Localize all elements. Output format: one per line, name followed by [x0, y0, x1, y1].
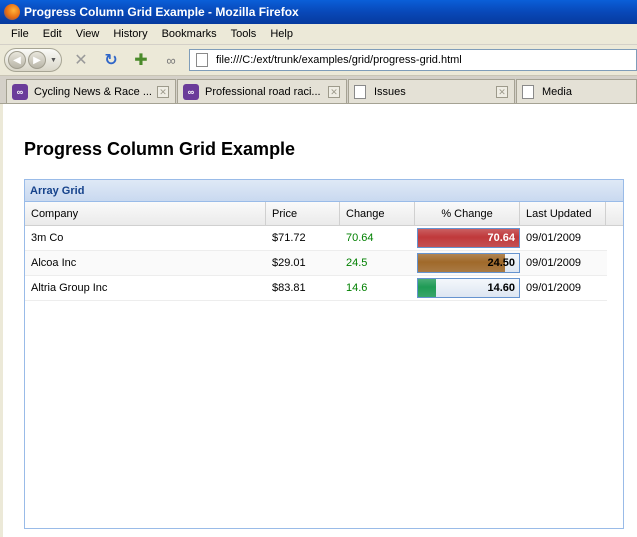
column-header-company[interactable]: Company [25, 202, 266, 226]
page-icon [196, 53, 208, 67]
table-row[interactable]: 3m Co $71.72 70.64 70.64 09/01/2009 [25, 226, 607, 251]
grid-panel-header: Array Grid [25, 180, 623, 202]
tab-label: Issues [374, 85, 406, 98]
column-header-change[interactable]: Change [340, 202, 415, 226]
grid-panel: Array Grid Company Price Change % Change… [24, 179, 624, 529]
forward-button[interactable]: ▶ [28, 51, 46, 69]
progress-bar: 14.60 [417, 278, 520, 298]
page-icon [522, 84, 534, 99]
cell-last-updated: 09/01/2009 [526, 232, 582, 244]
reload-icon[interactable]: ↻ [100, 49, 122, 71]
cell-change: 70.64 [346, 232, 374, 244]
tab-label: Media [542, 85, 572, 98]
menu-tools[interactable]: Tools [224, 28, 264, 40]
network-icon[interactable]: ∞ [160, 49, 182, 71]
tab-strip: ∞ Cycling News & Race ... ✕ ∞ Profession… [0, 76, 637, 104]
cycling-site-icon: ∞ [183, 83, 199, 100]
menu-help[interactable]: Help [263, 28, 300, 40]
tab-professional-road[interactable]: ∞ Professional road raci... ✕ [177, 79, 347, 103]
table-row[interactable]: Altria Group Inc $83.81 14.6 14.60 09/01… [25, 276, 607, 301]
tab-issues[interactable]: Issues ✕ [348, 79, 515, 103]
progress-label: 70.64 [487, 232, 515, 244]
progress-bar: 24.50 [417, 253, 520, 273]
cell-price: $71.72 [272, 232, 306, 244]
menu-edit[interactable]: Edit [36, 28, 69, 40]
tab-media[interactable]: Media [516, 79, 637, 103]
menu-bar: File Edit View History Bookmarks Tools H… [0, 24, 637, 45]
cell-last-updated: 09/01/2009 [526, 282, 582, 294]
close-icon[interactable]: ✕ [328, 85, 340, 98]
cell-change: 14.6 [346, 282, 368, 294]
page-content: Progress Column Grid Example Array Grid … [0, 104, 637, 537]
column-header-price[interactable]: Price [266, 202, 340, 226]
tab-cycling-news[interactable]: ∞ Cycling News & Race ... ✕ [6, 79, 176, 103]
page-title: Progress Column Grid Example [24, 139, 296, 159]
progress-fill [418, 279, 437, 297]
tab-label: Professional road raci... [205, 85, 321, 98]
progress-label: 24.50 [487, 257, 515, 269]
cell-price: $83.81 [272, 282, 306, 294]
menu-bookmarks[interactable]: Bookmarks [155, 28, 224, 40]
cell-price: $29.01 [272, 257, 306, 269]
grid-panel-title: Array Grid [30, 184, 85, 197]
cell-company: 3m Co [31, 232, 64, 244]
firefox-icon [4, 4, 20, 20]
window-title: Progress Column Grid Example - Mozilla F… [24, 5, 299, 19]
menu-view[interactable]: View [69, 28, 107, 40]
address-bar[interactable]: file:///C:/ext/trunk/examples/grid/progr… [189, 49, 637, 71]
tab-label: Cycling News & Race ... [34, 85, 152, 98]
column-header-last-updated[interactable]: Last Updated [520, 202, 606, 226]
cell-company: Alcoa Inc [31, 257, 77, 269]
stop-icon[interactable]: ✕ [70, 49, 92, 71]
close-icon[interactable]: ✕ [496, 85, 508, 98]
cell-change: 24.5 [346, 257, 368, 269]
back-forward-group: ◀ ▶ ▼ [4, 48, 62, 72]
cycling-site-icon: ∞ [12, 83, 28, 100]
column-header-pct-change[interactable]: % Change [415, 202, 520, 226]
progress-bar: 70.64 [417, 228, 520, 248]
history-dropdown-icon[interactable]: ▼ [50, 57, 57, 64]
address-url[interactable]: file:///C:/ext/trunk/examples/grid/progr… [216, 54, 462, 66]
cell-company: Altria Group Inc [31, 282, 108, 294]
cell-last-updated: 09/01/2009 [526, 257, 582, 269]
back-button[interactable]: ◀ [8, 51, 26, 69]
menu-history[interactable]: History [106, 28, 154, 40]
navigation-toolbar: ◀ ▶ ▼ ✕ ↻ ✚ ∞ file:///C:/ext/trunk/examp… [0, 45, 637, 76]
add-bookmark-icon[interactable]: ✚ [130, 49, 152, 71]
window-titlebar: Progress Column Grid Example - Mozilla F… [0, 0, 637, 24]
menu-file[interactable]: File [4, 28, 36, 40]
grid-header-row: Company Price Change % Change Last Updat… [25, 202, 623, 226]
table-row[interactable]: Alcoa Inc $29.01 24.5 24.50 09/01/2009 [25, 251, 607, 276]
close-icon[interactable]: ✕ [157, 85, 169, 98]
page-icon [354, 84, 366, 99]
progress-label: 14.60 [487, 282, 515, 294]
